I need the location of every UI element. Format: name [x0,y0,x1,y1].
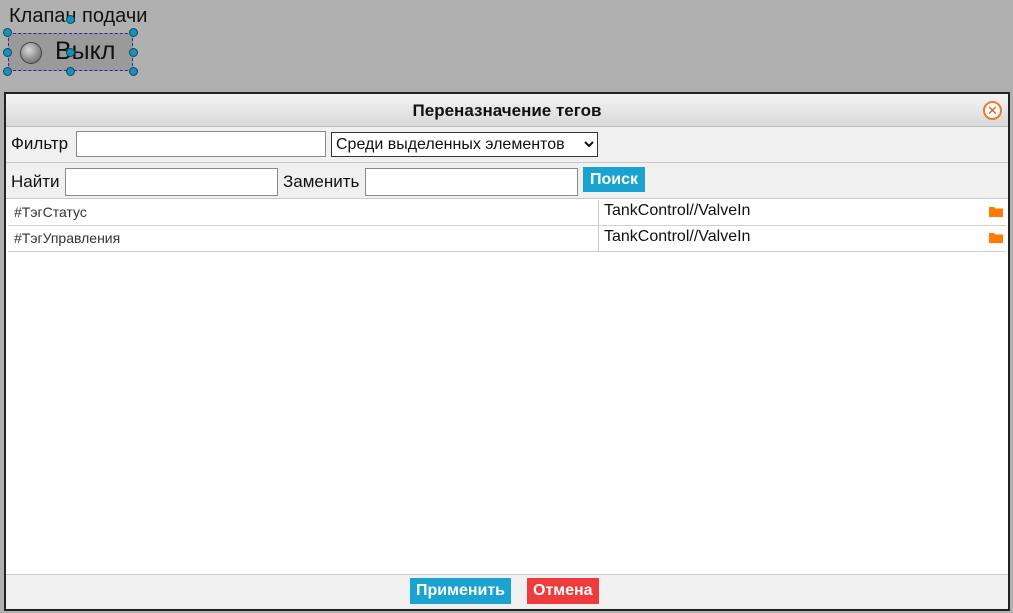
search-button[interactable]: Поиск [583,167,646,192]
dialog-titlebar[interactable]: Переназначение тегов ✕ [6,94,1008,127]
resize-handle-bottom[interactable] [66,67,75,76]
find-input[interactable] [65,168,278,196]
editor-canvas: Клапан подачи Выкл Переназначение тегов … [0,0,1013,613]
table-row[interactable]: #ТэгСтатус TankControl//ValveIn [8,200,1006,226]
row-source-tag: #ТэгСтатус [14,204,87,220]
filter-label: Фильтр [11,134,69,153]
find-label: Найти [11,172,60,191]
tag-reassign-dialog: Переназначение тегов ✕ Фильтр Среди выде… [4,92,1010,611]
widget-state-text: Выкл [55,37,116,65]
table-row[interactable]: #ТэгУправления TankControl//ValveIn [8,226,1006,252]
column-divider [598,200,599,225]
replace-input[interactable] [365,168,578,196]
folder-icon[interactable] [989,206,1003,217]
filter-input[interactable] [76,131,326,157]
resize-handle-bottom-right[interactable] [129,67,138,76]
apply-button[interactable]: Применить [410,578,512,604]
dialog-title: Переназначение тегов [412,101,602,120]
resize-handle-right[interactable] [129,48,138,57]
resize-handle-center[interactable] [66,48,75,57]
resize-handle-bottom-left[interactable] [3,67,12,76]
row-source-tag: #ТэгУправления [14,230,121,246]
indicator-lamp-icon [20,42,42,64]
dialog-footer: Применить Отмена [6,574,1008,609]
cancel-button[interactable]: Отмена [527,578,599,604]
resize-handle-top-right[interactable] [129,28,138,37]
widget-label: Клапан подачи [9,5,148,27]
folder-icon[interactable] [989,232,1003,243]
resize-handle-left[interactable] [3,48,12,57]
row-target-tag[interactable]: TankControl//ValveIn [604,202,750,220]
filter-row: Фильтр Среди выделенных элементов [6,127,1008,163]
find-replace-row: Найти Заменить Поиск [6,163,1008,199]
scope-select[interactable]: Среди выделенных элементов [331,132,598,157]
resize-handle-top[interactable] [66,15,75,24]
column-divider [598,226,599,251]
replace-label: Заменить [283,172,360,191]
row-target-tag[interactable]: TankControl//ValveIn [604,228,750,246]
close-icon[interactable]: ✕ [983,101,1002,120]
resize-handle-top-left[interactable] [3,28,12,37]
tag-table: #ТэгСтатус TankControl//ValveIn #ТэгУпра… [8,200,1006,252]
